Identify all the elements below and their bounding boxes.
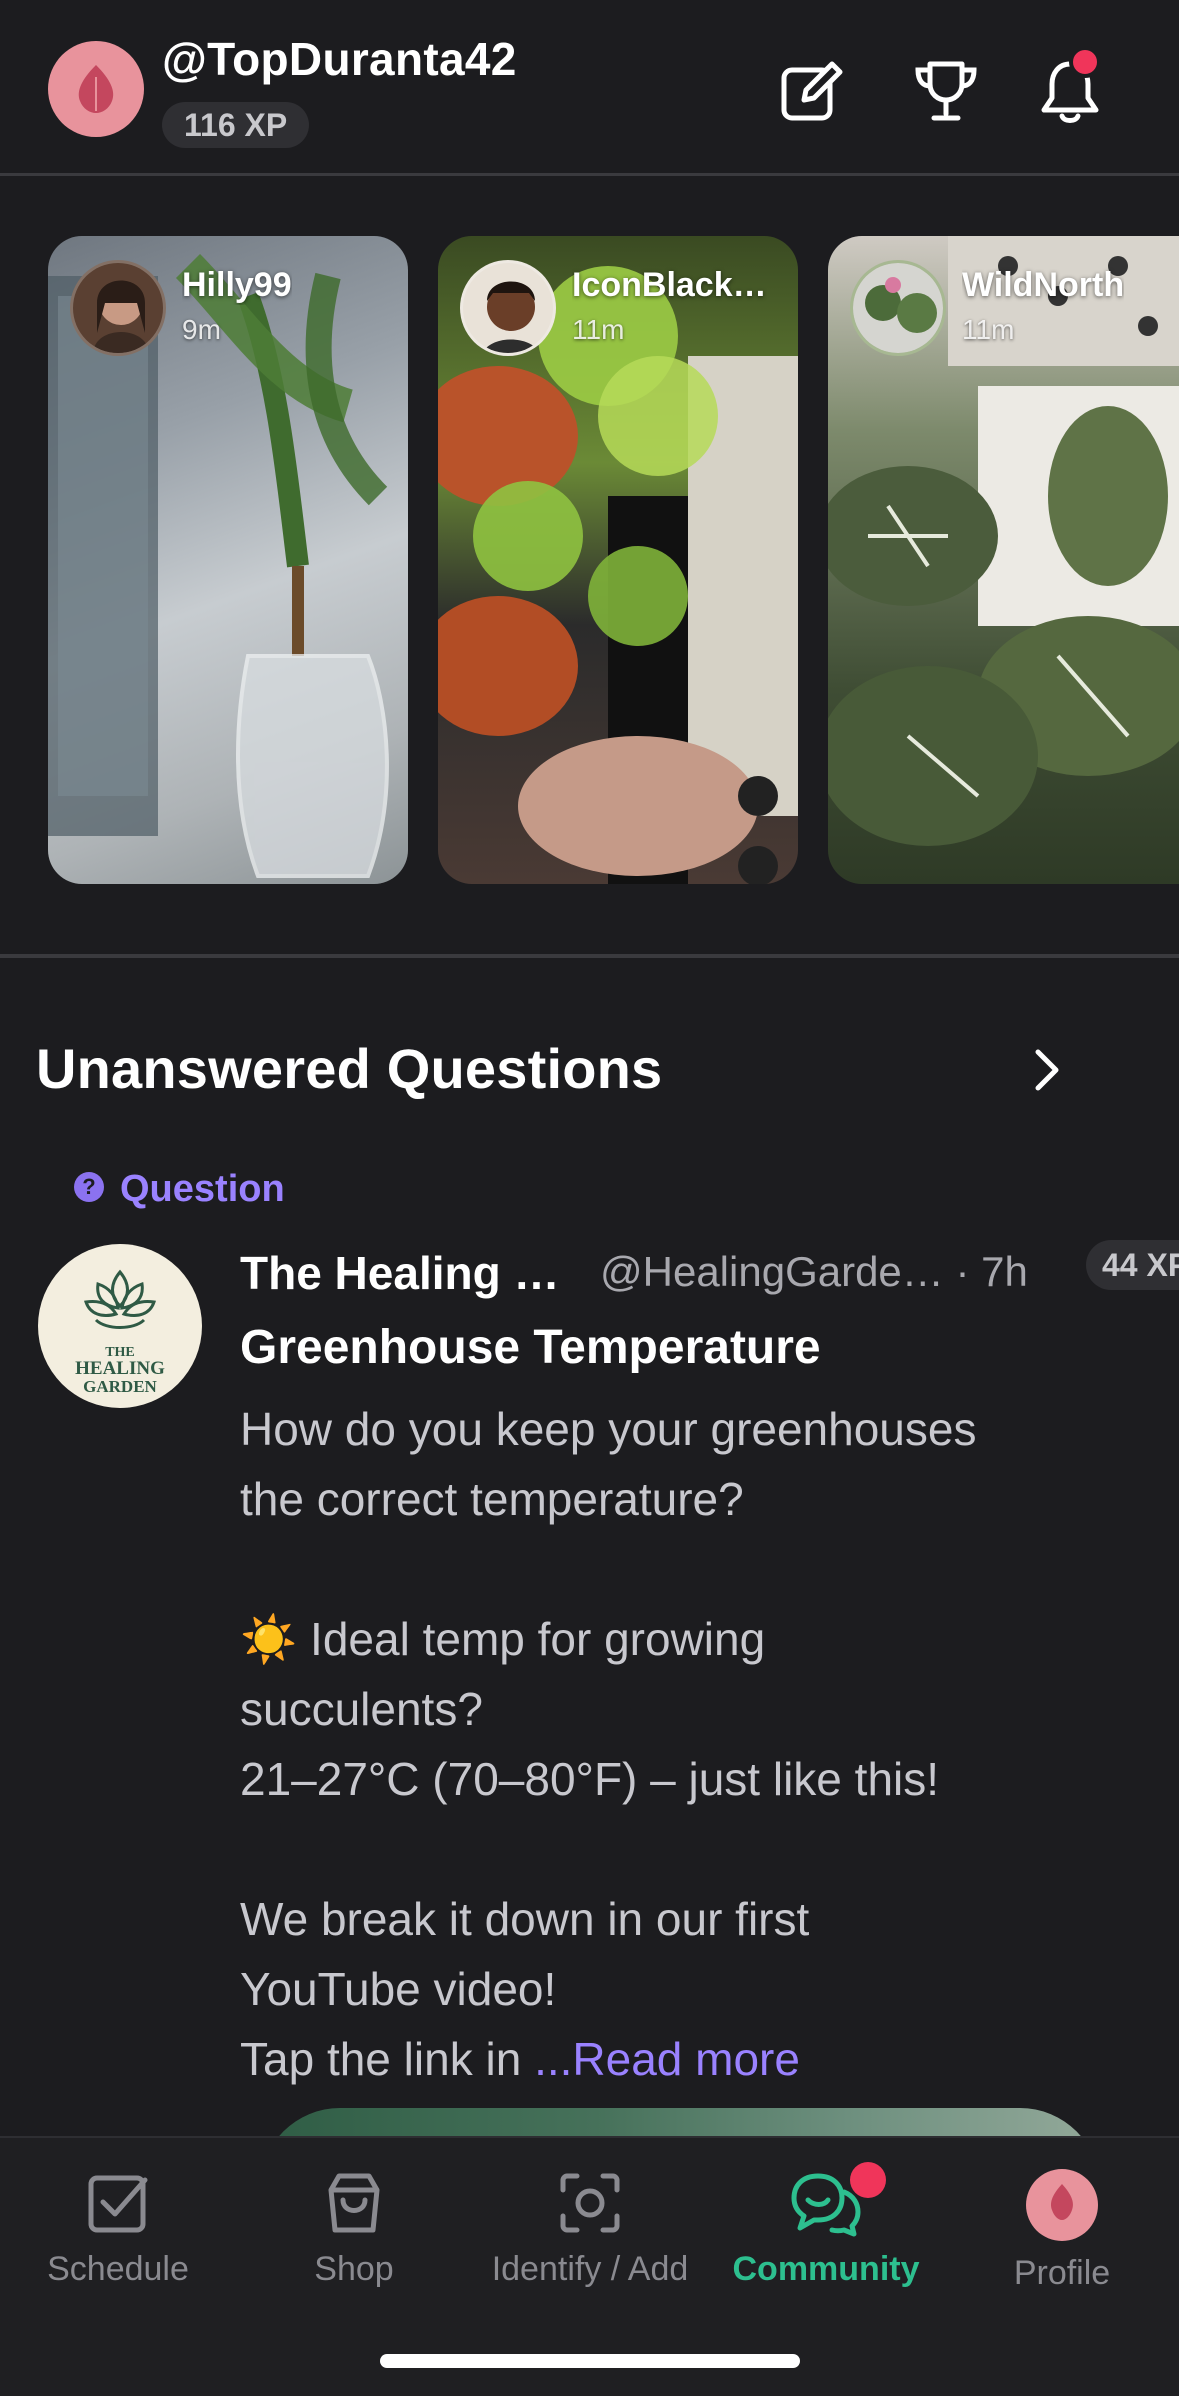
story-avatar <box>70 260 166 356</box>
nav-identify-add[interactable]: Identify / Add <box>472 2168 708 2318</box>
story-username: IconBlack… <box>572 266 767 304</box>
story-time: 9m <box>182 314 221 345</box>
nav-label: Profile <box>1013 2254 1111 2292</box>
story-card[interactable]: WildNorth 11m <box>828 236 1179 884</box>
post-body-line: Tap the link in <box>240 2033 535 2085</box>
svg-text:HEALING: HEALING <box>75 1358 165 1379</box>
story-username: Hilly99 <box>182 266 292 304</box>
story-time: 11m <box>962 314 1015 345</box>
nav-community[interactable]: Community <box>708 2162 944 2318</box>
notification-badge <box>850 2162 886 2198</box>
edit-icon[interactable] <box>774 54 850 130</box>
post-author-name[interactable]: The Healing … <box>240 1246 559 1300</box>
top-header: @TopDuranta42 116 XP <box>0 0 1179 176</box>
nav-profile[interactable]: Profile <box>944 2168 1179 2318</box>
question-icon: ? <box>74 1172 104 1202</box>
nav-label: Community <box>732 2250 920 2288</box>
post-body-line: How do you keep your greenhouses <box>240 1403 977 1455</box>
post-body-line: YouTube video! <box>240 1963 557 2015</box>
story-card[interactable]: IconBlack… 11m <box>438 236 798 884</box>
scan-icon <box>560 2173 620 2233</box>
nav-label: Schedule <box>47 2250 189 2288</box>
post-title[interactable]: Greenhouse Temperature <box>240 1320 821 1375</box>
nav-label: Identify / Add <box>491 2250 689 2288</box>
post-author-avatar[interactable]: THE HEALING GARDEN <box>38 1244 202 1408</box>
post-body-line: We break it down in our first <box>240 1893 810 1945</box>
post-tag: Question <box>120 1168 285 1210</box>
nav-label: Shop <box>314 2250 394 2288</box>
story-card[interactable]: Hilly99 9m <box>48 236 408 884</box>
read-more-link[interactable]: ...Read more <box>534 2033 800 2085</box>
post-body[interactable]: How do you keep your greenhouses the cor… <box>240 1394 1140 2094</box>
story-username: WildNorth <box>962 266 1125 304</box>
post-xp-badge: 44 XP <box>1086 1240 1179 1290</box>
section-divider <box>0 954 1179 958</box>
post-body-line <box>240 1814 1140 1884</box>
story-avatar <box>460 260 556 356</box>
healing-garden-logo: THE HEALING GARDEN <box>75 1269 165 1396</box>
post-body-last-line: Tap the link in ...Read more <box>240 2024 1140 2094</box>
story-time: 11m <box>572 314 625 345</box>
post-body-line: 21–27°C (70–80°F) – just like this! <box>240 1753 940 1805</box>
post-author-handle: @HealingGarde… · 7h <box>600 1248 1028 1295</box>
post-body-line <box>240 1534 1140 1604</box>
leaf-icon <box>78 65 114 113</box>
xp-badge: 116 XP <box>162 102 310 148</box>
profile-avatar-icon <box>1026 2169 1098 2241</box>
section-title: Unanswered Questions <box>36 1037 663 1100</box>
username: @TopDuranta42 <box>162 33 517 85</box>
svg-text:GARDEN: GARDEN <box>83 1377 157 1396</box>
home-indicator[interactable] <box>380 2354 800 2368</box>
nav-shop[interactable]: Shop <box>236 2168 472 2318</box>
user-avatar[interactable] <box>48 41 144 137</box>
chevron-right-icon[interactable] <box>1026 1042 1068 1098</box>
post-body-line: the correct temperature? <box>240 1473 744 1525</box>
shopping-bag-icon <box>328 2173 380 2233</box>
post-body-line: ☀️ Ideal temp for growing <box>240 1613 766 1665</box>
nav-schedule[interactable]: Schedule <box>0 2168 236 2318</box>
post-body-line: succulents? <box>240 1683 483 1735</box>
notification-badge <box>1069 46 1101 78</box>
checkbox-icon <box>88 2175 148 2233</box>
story-avatar <box>850 260 946 356</box>
trophy-icon[interactable] <box>908 54 984 130</box>
